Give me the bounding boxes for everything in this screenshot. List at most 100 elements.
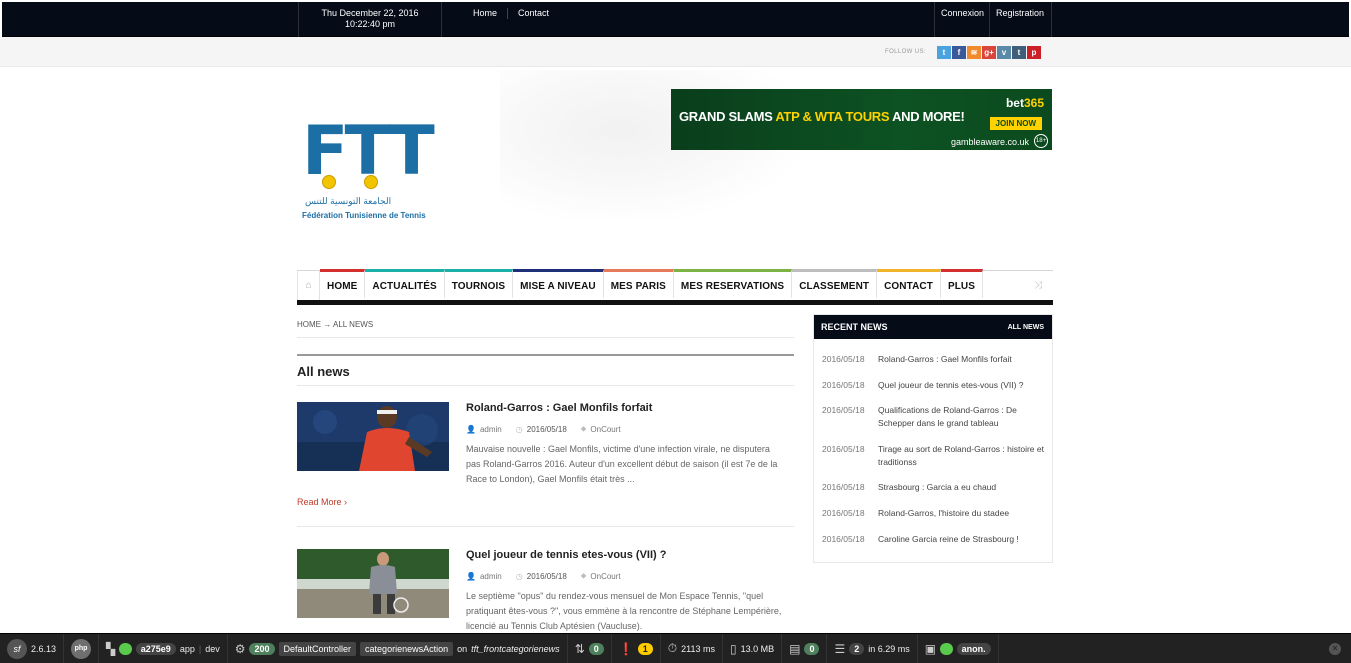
nav-item-home[interactable]: HOME xyxy=(320,269,366,298)
recent-news-item[interactable]: 2016/05/18 Strasbourg : Garcia a eu chaud xyxy=(822,481,1047,494)
current-time: 10:22:40 pm xyxy=(344,19,396,29)
banner-gambleaware: gambleaware.co.uk xyxy=(950,137,1029,147)
recent-news-item[interactable]: 2016/05/18 Qualifications de Roland-Garro… xyxy=(822,404,1047,430)
article-category[interactable]: ⬥ OnCourt xyxy=(581,571,621,581)
alert-icon: ❗ xyxy=(618,641,634,656)
nav-item-plus[interactable]: PLUS xyxy=(940,269,984,298)
symfony-version[interactable]: sf 2.6.13 xyxy=(0,633,65,663)
request-info[interactable]: ⚙ 200 DefaultController categorienewsAct… xyxy=(228,633,568,663)
article-author[interactable]: 👤 admin xyxy=(466,571,502,581)
nav-item-tournois[interactable]: TOURNOIS xyxy=(444,269,514,298)
recent-news-title[interactable]: Quel joueur de tennis etes-vous (VII) ? xyxy=(878,379,1047,392)
account-links: Connexion Registration xyxy=(934,2,1052,37)
ajax-info[interactable]: ⇅ 0 xyxy=(568,633,612,663)
nav-item-mise-a-niveau[interactable]: MISE A NIVEAU xyxy=(513,269,604,298)
breadcrumb-arrow-icon: → xyxy=(323,320,332,329)
article-meta: 👤 admin ◷ 2016/05/18 ⬥ OnCourt xyxy=(466,571,621,581)
twitter-icon[interactable]: t xyxy=(937,46,951,59)
article-thumbnail[interactable] xyxy=(297,549,449,618)
recent-news-item[interactable]: 2016/05/18 Caroline Garcia reine de Stras… xyxy=(822,533,1047,546)
home-icon[interactable]: ⌂ xyxy=(297,271,320,300)
breadcrumb-current: ALL NEWS xyxy=(333,320,374,329)
ajax-arrows-icon: ⇅ xyxy=(574,641,585,656)
recent-news-item[interactable]: 2016/05/18 Roland-Garros : Gael Monfils f… xyxy=(822,353,1047,366)
config-info[interactable]: ▚ a275e9 app | dev xyxy=(99,633,228,663)
recent-news-title[interactable]: Tirage au sort de Roland-Garros : histoi… xyxy=(878,443,1047,469)
nav-item-classement[interactable]: CLASSEMENT xyxy=(792,269,878,298)
vimeo-icon[interactable]: v xyxy=(997,46,1011,59)
nav-item-contact[interactable]: CONTACT xyxy=(877,269,941,298)
article-meta: 👤 admin ◷ 2016/05/18 ⬥ OnCourt xyxy=(466,424,621,434)
article-title[interactable]: Quel joueur de tennis etes-vous (VII) ? xyxy=(466,549,666,561)
article-item: Quel joueur de tennis etes-vous (VII) ? … xyxy=(297,549,794,633)
nav-item-mes-paris[interactable]: MES PARIS xyxy=(603,269,674,298)
recent-news-item[interactable]: 2016/05/18 Quel joueur de tennis etes-vou… xyxy=(822,379,1047,392)
article-item: Roland-Garros : Gael Monfils forfait 👤 ad… xyxy=(297,402,794,532)
recent-news-title: RECENT NEWS xyxy=(821,322,888,332)
recent-news-title[interactable]: Roland-Garros, l'histoire du stadee xyxy=(878,507,1047,520)
recent-news-title[interactable]: Strasbourg : Garcia a eu chaud xyxy=(878,481,1047,494)
article-thumbnail[interactable] xyxy=(297,402,449,471)
ad-banner[interactable]: GRAND SLAMS ATP & WTA TOURS AND MORE! be… xyxy=(671,89,1052,150)
nav-item-mes-reservations[interactable]: MES RESERVATIONS xyxy=(673,269,793,298)
register-link[interactable]: Registration xyxy=(990,2,1049,37)
recent-news-title[interactable]: Caroline Garcia reine de Strasbourg ! xyxy=(878,533,1047,546)
forms-info[interactable]: ▤ 0 xyxy=(782,633,828,663)
user-card-icon: ▣ xyxy=(924,641,937,656)
banner-headline: GRAND SLAMS ATP & WTA TOURS AND MORE! xyxy=(679,109,965,124)
recent-news-item[interactable]: 2016/05/18 Tirage au sort de Roland-Garro… xyxy=(822,443,1047,469)
social-icons: t f ≋ g+ v t p xyxy=(937,46,1041,59)
current-date: Thu December 22, 2016 xyxy=(321,8,419,18)
top-bar-inner: Thu December 22, 2016 10:22:40 pm Home C… xyxy=(2,2,1349,37)
recent-news-title[interactable]: Roland-Garros : Gael Monfils forfait xyxy=(878,353,1047,366)
article-date: ◷ 2016/05/18 xyxy=(515,571,567,581)
article-title[interactable]: Roland-Garros : Gael Monfils forfait xyxy=(466,402,652,414)
tennis-ball-icon xyxy=(322,175,336,189)
php-info[interactable]: php xyxy=(64,633,100,663)
status-dot-icon xyxy=(940,642,953,655)
article-excerpt: Le septième "opus" du rendez-vous mensue… xyxy=(466,591,782,631)
site-logo[interactable]: FTT الجامعة التونسية للتنس Fédération Tu… xyxy=(302,117,435,227)
facebook-icon[interactable]: f xyxy=(952,46,966,59)
article-category[interactable]: ⬥ OnCourt xyxy=(581,424,621,434)
all-news-link[interactable]: ALL NEWS xyxy=(1008,324,1044,331)
recent-news-item[interactable]: 2016/05/18 Roland-Garros, l'histoire du s… xyxy=(822,507,1047,520)
read-more-link[interactable]: Read More › xyxy=(297,497,347,507)
stopwatch-icon: ⏱ xyxy=(667,641,678,655)
pinterest-icon[interactable]: p xyxy=(1027,46,1041,59)
config-icon: ▚ xyxy=(106,641,116,656)
breadcrumb-home[interactable]: HOME xyxy=(297,320,321,329)
recent-news-date: 2016/05/18 xyxy=(822,354,865,364)
main-nav: ⌂ HOME ACTUALITÉS TOURNOIS MISE A NIVEAU MES… xyxy=(297,269,1053,305)
shuffle-icon[interactable]: ⤨ xyxy=(1023,271,1053,300)
recent-news-date: 2016/05/18 xyxy=(822,534,865,544)
article-date: ◷ 2016/05/18 xyxy=(515,424,567,434)
recent-news-date: 2016/05/18 xyxy=(822,405,865,415)
logs-info[interactable]: ❗ 1 xyxy=(612,633,661,663)
article-author[interactable]: 👤 admin xyxy=(466,424,502,434)
top-nav-home-link[interactable]: Home xyxy=(464,8,509,19)
article-excerpt: Mauvaise nouvelle : Gael Monfils, victim… xyxy=(466,444,778,484)
date-time: Thu December 22, 2016 10:22:40 pm xyxy=(298,2,442,37)
rss-icon[interactable]: ≋ xyxy=(967,46,981,59)
time-info[interactable]: ⏱ 2113 ms xyxy=(661,633,723,663)
clock-icon: ◷ xyxy=(515,571,523,581)
tumblr-icon[interactable]: t xyxy=(1012,46,1026,59)
logo-federation-name: Fédération Tunisienne de Tennis xyxy=(302,211,426,220)
banner-join-button[interactable]: JOIN NOW xyxy=(989,117,1042,130)
recent-news-header: RECENT NEWS ALL NEWS xyxy=(814,315,1052,339)
memory-info[interactable]: ▯ 13.0 MB xyxy=(723,633,783,663)
security-info[interactable]: ▣ anon. xyxy=(918,633,999,663)
clock-icon: ◷ xyxy=(515,424,523,434)
recent-news-date: 2016/05/18 xyxy=(822,508,865,518)
db-info[interactable]: ☰ 2 in 6.29 ms xyxy=(827,633,918,663)
page-title: All news xyxy=(297,354,794,386)
recent-news-title[interactable]: Qualifications de Roland-Garros : De Sch… xyxy=(878,404,1047,430)
nav-item-actualit-s[interactable]: ACTUALITÉS xyxy=(365,269,445,298)
top-nav-contact-link[interactable]: Contact xyxy=(508,8,559,19)
follow-bar: FOLLOW US: t f ≋ g+ v t p xyxy=(0,37,1351,67)
google-plus-icon[interactable]: g+ xyxy=(982,46,996,59)
close-toolbar-icon[interactable]: ✕ xyxy=(1329,642,1341,655)
clipboard-icon: ▤ xyxy=(789,641,801,656)
login-link[interactable]: Connexion xyxy=(935,2,991,37)
